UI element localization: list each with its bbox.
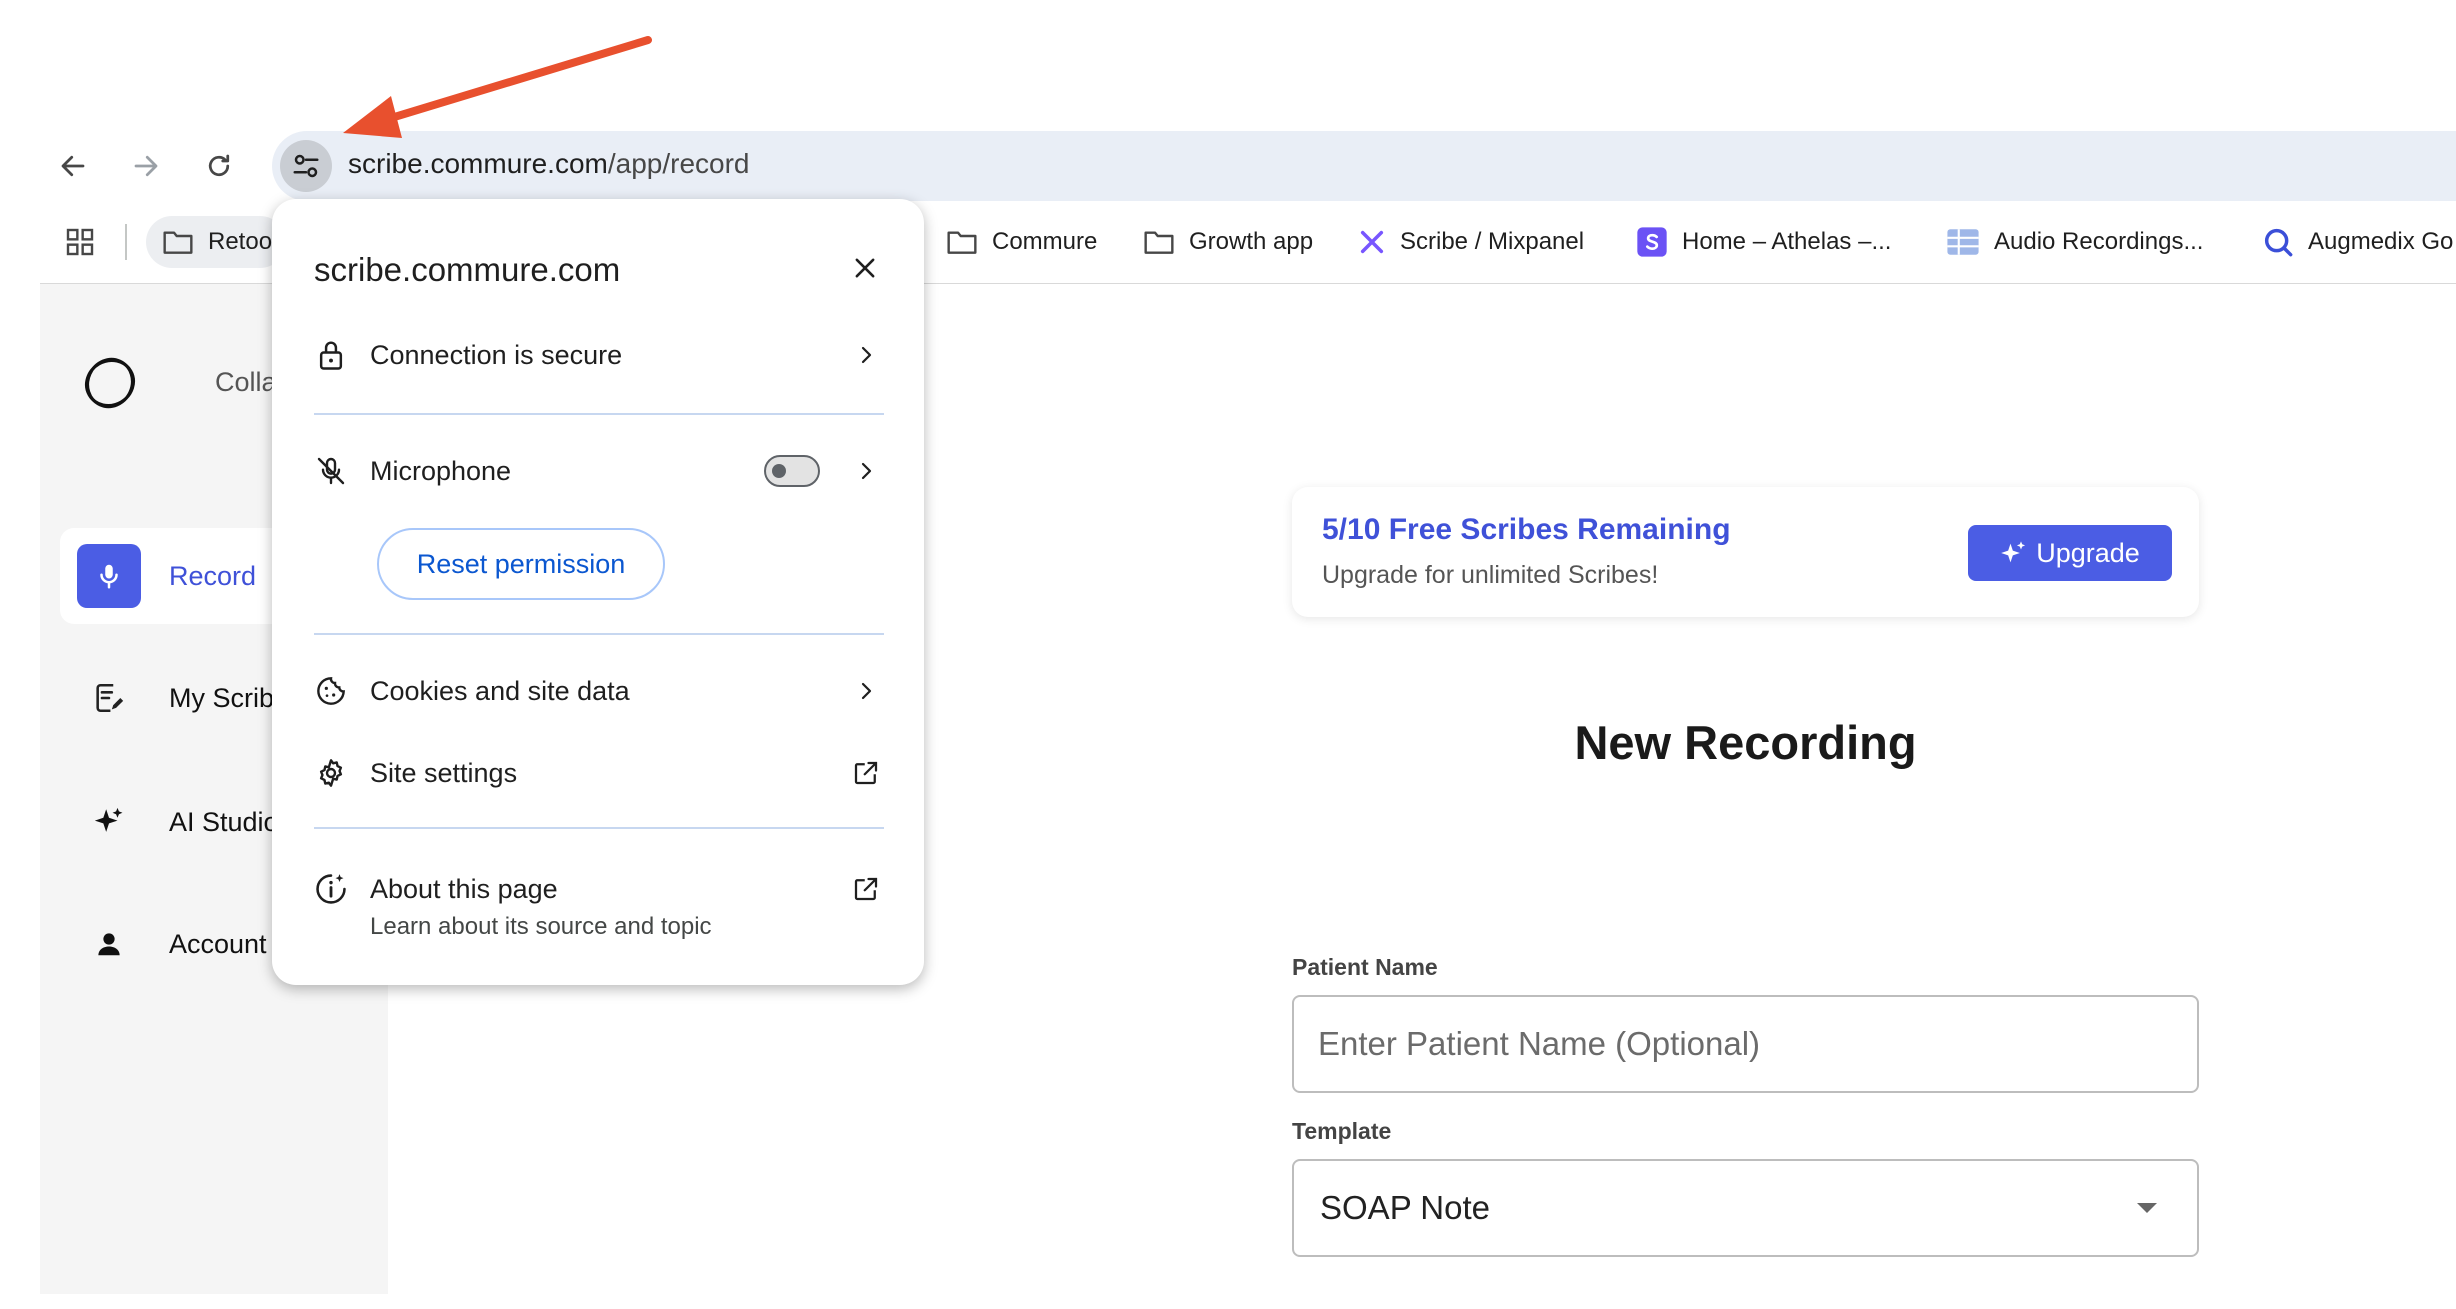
arrow-right-icon [134,155,158,177]
info-icon-wrap [314,872,348,906]
folder-icon [163,231,193,254]
sidebar-item-label: Record [169,560,257,591]
chevron-right-icon [850,675,882,707]
site-settings-row[interactable]: Site settings [314,743,894,803]
open-external-icon [850,757,882,789]
template-value: SOAP Note [1320,1189,1490,1226]
record-icon-box [77,544,141,608]
reload-icon [208,154,230,177]
arrow-left-icon [61,155,85,177]
bookmark-label: Retool [208,228,278,255]
augmedix-search-icon [2264,228,2293,257]
back-button[interactable] [55,148,91,184]
microphone-off-icon [317,457,345,485]
site-info-popover: scribe.commure.com Connection is secure … [272,199,924,985]
connection-label: Connection is secure [370,339,623,370]
reset-permission-label: Reset permission [416,548,626,579]
cookies-label: Cookies and site data [370,675,630,706]
bookmark-label: Augmedix Go [2308,228,2454,255]
cookie-icon [317,677,345,705]
athelas-s-icon [1637,227,1667,257]
site-settings-label: Site settings [370,757,518,788]
spreadsheet-icon [1947,229,1979,255]
commure-logo-icon [84,357,136,409]
gear-icon-wrap [314,756,348,790]
patient-name-input[interactable] [1318,997,2178,1091]
upgrade-button[interactable]: Upgrade [1968,525,2172,581]
about-label: About this page [370,873,558,904]
bookmark-label: Growth app [1189,228,1314,255]
free-scribes-banner: 5/10 Free Scribes Remaining Upgrade for … [1292,487,2199,617]
bookmark-augmedix-go[interactable]: Augmedix Go [2262,222,2453,262]
bookmark-divider [125,224,127,260]
mic-off-icon-wrap [314,454,348,488]
bookmark-retool[interactable]: Retool [162,222,277,262]
popover-host: scribe.commure.com [314,251,621,288]
folder-icon [1144,231,1174,254]
chevron-right-icon [850,455,882,487]
popover-close-button[interactable] [848,251,882,285]
toggle-knob [772,464,786,478]
sidebar-item-label: AI Studio [169,806,279,837]
bookmark-label: Home – Athelas –... [1682,228,1892,255]
ai-studio-icon-box [77,790,141,854]
connection-row[interactable]: Connection is secure [314,325,894,385]
app-logo [82,355,138,411]
popover-divider [314,413,884,415]
microphone-toggle[interactable] [764,455,820,487]
lock-icon [319,341,343,370]
chevron-right-icon [850,339,882,371]
patient-name-label: Patient Name [1292,954,1438,980]
note-edit-icon [96,683,124,713]
sparkle-icon [2001,541,2026,563]
patient-name-field[interactable] [1292,995,2199,1093]
about-subtitle: Learn about its source and topic [370,913,712,940]
person-icon [98,933,120,956]
cookies-row[interactable]: Cookies and site data [314,661,894,721]
about-page-row[interactable]: About this page [314,859,894,919]
microphone-icon [100,564,118,589]
gear-icon [319,759,343,787]
mixpanel-icon [1360,230,1384,254]
close-icon [855,258,875,278]
url-path: /app/record [607,148,750,179]
banner-title: 5/10 Free Scribes Remaining [1322,513,1731,546]
bookmark-label: Scribe / Mixpanel [1400,228,1585,255]
bookmark-commure[interactable]: Commure [946,222,1097,262]
forward-button[interactable] [128,148,164,184]
site-info-button[interactable] [280,140,332,192]
banner-subtitle: Upgrade for unlimited Scribes! [1322,561,1659,589]
cookie-icon-wrap [314,674,348,708]
apps-grid-icon [66,228,94,256]
sparkle-icon [94,807,123,832]
bookmark-label: Audio Recordings... [1994,228,2204,255]
microphone-label: Microphone [370,455,512,486]
reset-permission-button[interactable]: Reset permission [377,528,665,600]
bookmark-label: Commure [992,228,1098,255]
folder-icon [947,231,977,254]
bookmark-growth-app[interactable]: Growth app [1143,222,1313,262]
bookmark-home-athelas[interactable]: Home – Athelas –... [1636,222,1891,262]
popover-divider [314,827,884,829]
lock-icon-wrap [314,338,348,372]
template-select[interactable]: SOAP Note [1292,1159,2199,1257]
template-label: Template [1292,1118,1392,1144]
about-info-icon [316,874,346,904]
apps-button[interactable] [64,222,96,262]
dropdown-arrow-icon [2137,1203,2157,1213]
account-icon-box [77,912,141,976]
bookmark-scribe-mixpanel[interactable]: Scribe / Mixpanel [1358,222,1584,262]
bookmark-audio-recordings[interactable]: Audio Recordings... [1946,222,2203,262]
upgrade-label: Upgrade [2036,537,2140,568]
my-scribes-icon-box [77,666,141,730]
page-title: New Recording [1574,716,1917,769]
tune-icon [293,154,319,178]
sidebar-item-label: Account [169,928,267,959]
url-text[interactable]: scribe.commure.com/app/record [348,148,749,180]
url-host: scribe.commure.com [348,148,608,179]
popover-divider [314,633,884,635]
reload-button[interactable] [201,148,237,184]
open-external-icon [850,873,882,905]
